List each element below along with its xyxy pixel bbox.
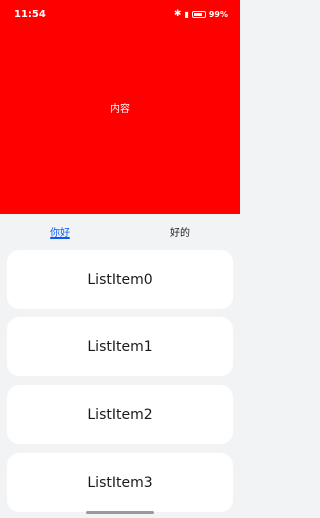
- tab-ok[interactable]: 好的: [120, 216, 240, 246]
- status-bar: 11:54 ✱ ▮ 99%: [0, 0, 240, 28]
- tab-active-indicator: [50, 237, 70, 239]
- bluetooth-icon: ✱: [173, 9, 182, 19]
- list[interactable]: ListItem0 ListItem1 ListItem2 ListItem3: [0, 246, 240, 518]
- status-icons: ✱ ▮ 99%: [174, 9, 228, 19]
- status-time: 11:54: [14, 8, 46, 20]
- list-item-label: ListItem0: [87, 271, 153, 288]
- tab-ok-label: 好的: [170, 227, 190, 239]
- list-item-label: ListItem2: [87, 406, 153, 423]
- content-banner: 内容: [0, 0, 240, 214]
- list-item[interactable]: ListItem0: [7, 250, 233, 309]
- list-item-label: ListItem3: [87, 474, 153, 491]
- content-label: 内容: [110, 103, 130, 115]
- tab-bar: 你好 好的: [0, 216, 240, 246]
- tab-hello[interactable]: 你好: [0, 216, 120, 246]
- list-item[interactable]: ListItem2: [7, 385, 233, 444]
- list-item[interactable]: ListItem3: [7, 453, 233, 512]
- battery-icon: [191, 10, 206, 18]
- list-item-label: ListItem1: [87, 338, 153, 355]
- battery-percentage: 99%: [208, 9, 228, 19]
- signal-icon: ▮: [184, 9, 189, 19]
- home-indicator[interactable]: [86, 511, 154, 514]
- list-item[interactable]: ListItem1: [7, 317, 233, 376]
